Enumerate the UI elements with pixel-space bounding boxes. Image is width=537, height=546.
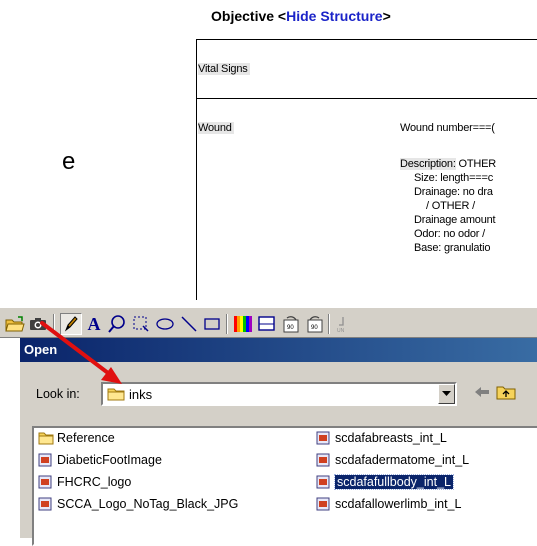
file-name: scdafafullbody_int_L [334, 474, 454, 490]
file-name: scdafallowerlimb_int_L [335, 497, 462, 511]
svg-text:UN: UN [337, 328, 345, 334]
text-icon[interactable]: A [83, 313, 105, 335]
color-palette-icon[interactable] [232, 313, 254, 335]
zoom-icon[interactable] [106, 313, 128, 335]
file-name: FHCRC_logo [57, 475, 132, 489]
back-arrow-icon[interactable] [474, 385, 490, 404]
table-divider [197, 98, 537, 99]
drainage-text: Drainage: no dra [414, 186, 493, 198]
chevron-down-icon[interactable] [438, 384, 455, 404]
look-in-value: inks [129, 387, 153, 402]
wound-label: Wound [198, 122, 234, 134]
list-item[interactable]: Reference [38, 429, 115, 447]
side-text: e [62, 148, 76, 175]
camera-icon[interactable] [27, 313, 49, 335]
svg-text:90: 90 [287, 325, 294, 331]
rotate-left-icon[interactable]: 90 [280, 313, 302, 335]
list-item[interactable]: scdafadermatome_int_L [316, 451, 469, 469]
look-in-label: Look in: [36, 387, 80, 401]
open-folder-icon[interactable] [4, 313, 26, 335]
file-name: scdafabreasts_int_L [335, 431, 447, 445]
image-file-icon [38, 475, 54, 489]
base-text: Base: granulatio [414, 242, 491, 254]
list-item[interactable]: FHCRC_logo [38, 473, 131, 491]
odor-text: Odor: no odor / [414, 228, 485, 240]
rotate-right-icon[interactable]: 90 [304, 313, 326, 335]
line-icon[interactable] [178, 313, 200, 335]
image-file-icon [38, 497, 54, 511]
list-item-selected[interactable]: scdafafullbody_int_L [316, 473, 454, 491]
description-label: Description: [400, 158, 456, 170]
description-text: Description: OTHER [400, 158, 496, 170]
up-folder-icon[interactable] [496, 384, 516, 405]
toolbar-separator [53, 314, 55, 334]
drainage-amount-text: Drainage amount [414, 214, 496, 226]
list-item[interactable]: DiabeticFootImage [38, 451, 162, 469]
size-text: Size: length===c [414, 172, 494, 184]
image-file-icon [316, 497, 332, 511]
list-item[interactable]: scdafabreasts_int_L [316, 429, 447, 447]
other-text: / OTHER / [426, 200, 475, 212]
folder-icon [107, 387, 125, 406]
svg-text:90: 90 [311, 325, 318, 331]
look-in-dropdown[interactable]: inks [101, 382, 457, 406]
ellipse-icon[interactable] [154, 313, 176, 335]
image-file-icon [316, 475, 332, 489]
drawing-toolbar: A 90 90 UN [0, 307, 537, 338]
file-list[interactable]: Reference DiabeticFootImage FHCRC_logo S… [32, 426, 537, 546]
file-name: scdafadermatome_int_L [335, 453, 470, 467]
image-file-icon [316, 431, 332, 445]
file-name: DiabeticFootImage [57, 453, 162, 467]
frame-icon[interactable] [256, 313, 278, 335]
rectangle-icon[interactable] [201, 313, 223, 335]
list-item[interactable]: scdafallowerlimb_int_L [316, 495, 461, 513]
description-value: OTHER [455, 158, 497, 170]
heading-prefix: Objective < [211, 8, 287, 24]
heading-suffix: > [382, 8, 391, 24]
list-item[interactable]: SCCA_Logo_NoTag_Black_JPG [38, 495, 238, 513]
objective-table: Vital Signs Wound Wound number===( Descr… [196, 39, 537, 300]
dialog-titlebar[interactable]: Open [20, 338, 537, 362]
vital-signs-label: Vital Signs [198, 63, 250, 75]
objective-heading: Objective <Hide Structure> [211, 8, 391, 24]
hide-structure-link[interactable]: Hide Structure [286, 8, 382, 24]
open-dialog: Open Look in: inks Reference DiabeticFoo… [19, 338, 537, 546]
image-file-icon [316, 453, 332, 467]
file-name: SCCA_Logo_NoTag_Black_JPG [57, 497, 239, 511]
file-name: Reference [57, 431, 115, 445]
pencil-icon[interactable] [60, 313, 82, 335]
image-file-icon [38, 453, 54, 467]
undo-icon[interactable]: UN [330, 313, 352, 335]
wound-number-text: Wound number===( [400, 122, 495, 134]
folder-icon [38, 431, 54, 445]
crop-icon[interactable] [130, 313, 152, 335]
toolbar-separator [226, 314, 228, 334]
dialog-title: Open [24, 342, 58, 357]
